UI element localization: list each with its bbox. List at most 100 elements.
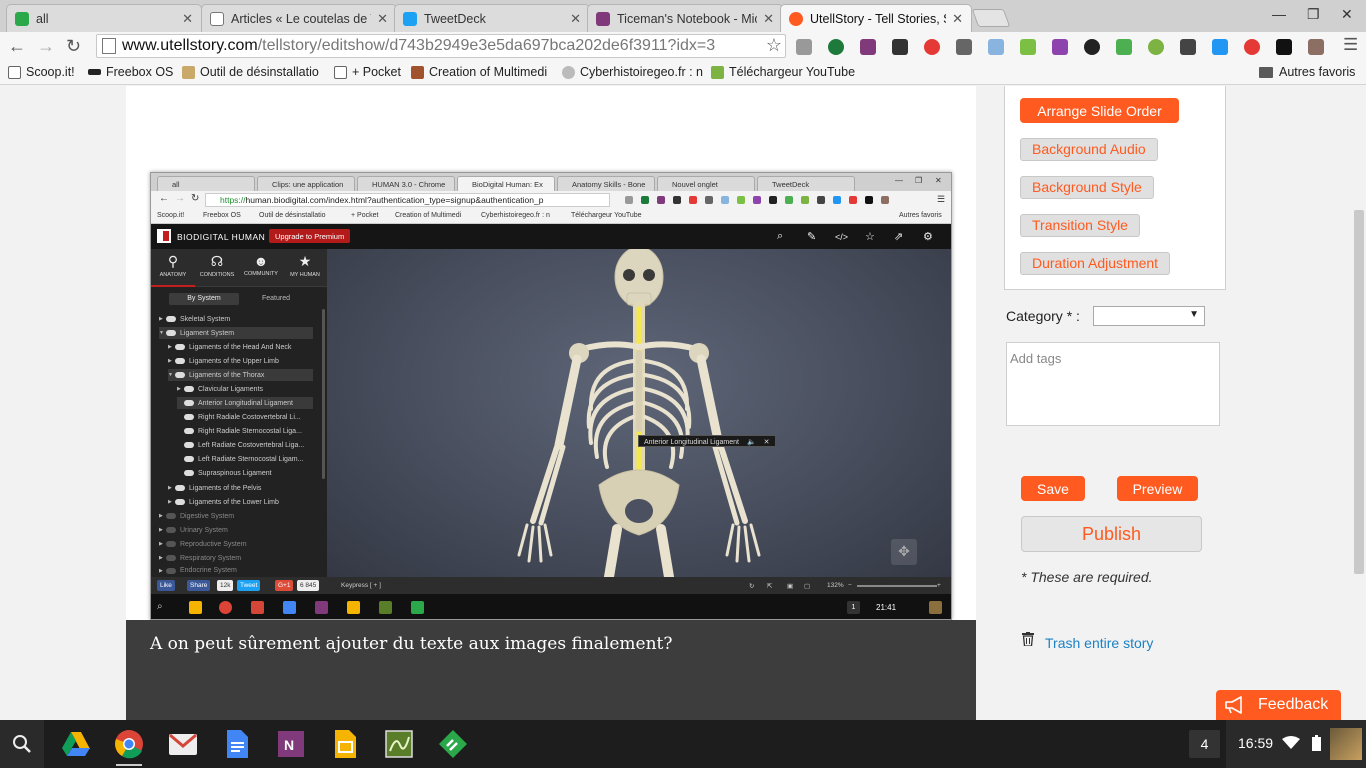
bookmark-scoopit[interactable]: Scoop.it!: [8, 65, 75, 79]
chrome-icon[interactable]: [114, 729, 144, 759]
inner-extension-icon: [801, 196, 809, 204]
inner-minimize-icon: —: [895, 176, 903, 185]
page-scrollbar[interactable]: [1352, 86, 1366, 720]
bookmark-other-favorites[interactable]: Autres favoris: [1259, 65, 1355, 79]
google-drive-icon[interactable]: [61, 729, 91, 759]
avatar-icon: [411, 65, 424, 79]
save-button[interactable]: Save: [1021, 476, 1085, 501]
download-extension-icon[interactable]: [828, 39, 844, 55]
system-tray[interactable]: 16:59: [1226, 720, 1366, 768]
green-circle-icon[interactable]: [1148, 39, 1164, 55]
new-tab-button[interactable]: [971, 9, 1011, 27]
feedly-icon[interactable]: [438, 729, 468, 759]
asterisk-extension-icon[interactable]: [924, 39, 940, 55]
feedback-button[interactable]: Feedback: [1216, 690, 1341, 720]
background-audio-button[interactable]: Background Audio: [1020, 138, 1158, 161]
google-docs-icon[interactable]: [222, 729, 252, 759]
tags-input[interactable]: Add tags: [1006, 342, 1220, 426]
workspace-badge[interactable]: 4: [1189, 730, 1220, 758]
tab-articles[interactable]: Articles « Le coutelas de Ti ✕: [201, 4, 397, 32]
category-select[interactable]: ▼: [1093, 306, 1205, 326]
gmail-icon[interactable]: [168, 729, 198, 759]
tab-onenote[interactable]: Ticeman's Notebook - Mic ✕: [587, 4, 783, 32]
slide-caption[interactable]: A on peut sûrement ajouter du texte aux …: [150, 634, 672, 654]
search-icon: [13, 735, 31, 753]
bookmark-star-icon[interactable]: ☆: [766, 35, 782, 56]
scrollbar-thumb[interactable]: [1354, 210, 1364, 574]
trash-icon[interactable]: [1022, 632, 1034, 646]
close-window-icon[interactable]: ✕: [1341, 6, 1353, 23]
battery-icon: [1312, 735, 1321, 751]
inner-extension-icon: [721, 196, 729, 204]
transition-style-button[interactable]: Transition Style: [1020, 214, 1140, 237]
close-tab-icon[interactable]: ✕: [952, 11, 963, 27]
color-wheel-icon[interactable]: [1084, 39, 1100, 55]
page-content: all Clips: une application HUMAN 3.0 - C…: [0, 86, 1366, 720]
caret-right-icon: ▶: [159, 527, 163, 533]
close-tab-icon[interactable]: ✕: [377, 11, 388, 27]
inner-bookmark: Téléchargeur YouTube: [571, 212, 642, 219]
biodigital-header: BIODIGITAL HUMAN Upgrade to Premium ⌕ ✎ …: [151, 224, 951, 249]
caption-band[interactable]: A on peut sûrement ajouter du texte aux …: [126, 620, 976, 720]
background-style-button[interactable]: Background Style: [1020, 176, 1154, 199]
bookmark-outil[interactable]: Outil de désinstallatio: [182, 65, 319, 79]
browser-toolbar: ← → ↻ www.utellstory.com/tellstory/edits…: [0, 32, 1366, 61]
close-tab-icon[interactable]: ✕: [182, 11, 193, 27]
tree-row: Right Radiale Costovertebral Li...: [177, 411, 317, 423]
extension-puzzle-icon[interactable]: [796, 39, 812, 55]
slide-image[interactable]: all Clips: une application HUMAN 3.0 - C…: [150, 172, 952, 620]
arrange-slide-order-button[interactable]: Arrange Slide Order: [1020, 98, 1179, 123]
screen-capture-icon[interactable]: [956, 39, 972, 55]
map-app-icon[interactable]: [384, 729, 414, 759]
onenote-clipper-icon[interactable]: [860, 39, 876, 55]
close-tab-icon[interactable]: ✕: [570, 11, 581, 27]
pencil-icon[interactable]: [1308, 39, 1324, 55]
google-slides-icon[interactable]: [330, 729, 360, 759]
preview-button[interactable]: Preview: [1117, 476, 1198, 501]
onenote-icon[interactable]: N: [276, 729, 306, 759]
inner-tab: Clips: une application: [257, 176, 355, 191]
feather-icon[interactable]: [1052, 39, 1068, 55]
back-arrow-icon[interactable]: ←: [8, 36, 26, 57]
facebook-share-badge: Share: [187, 580, 211, 591]
embed-code-icon: </>: [835, 232, 849, 242]
inner-bookmark: Creation of Multimedi: [395, 212, 462, 219]
tab-tweetdeck[interactable]: TweetDeck ✕: [394, 4, 590, 32]
printer-icon[interactable]: [1116, 39, 1132, 55]
reload-icon[interactable]: ↻: [66, 36, 81, 57]
chat-bubble-icon[interactable]: [1180, 39, 1196, 55]
film-strip-icon[interactable]: [892, 39, 908, 55]
close-tab-icon[interactable]: ✕: [763, 11, 774, 27]
close-icon: ✕: [763, 439, 770, 446]
search-icon: ⌕: [157, 601, 163, 612]
duration-adjustment-button[interactable]: Duration Adjustment: [1020, 252, 1171, 275]
toggle-off-icon: [166, 541, 176, 547]
trash-story-link[interactable]: Trash entire story: [1045, 635, 1153, 651]
bookmark-cyberhistoire[interactable]: Cyberhistoiregeo.fr : n: [562, 65, 703, 79]
publish-button[interactable]: Publish: [1021, 516, 1202, 552]
download-arrow-icon: [711, 65, 724, 79]
bookmark-freebox[interactable]: Freebox OS: [88, 65, 173, 79]
menu-hamburger-icon[interactable]: ☰: [1343, 35, 1358, 55]
structure-tooltip: Anterior Longitudinal Ligament 🔈 ✕: [638, 435, 776, 447]
forward-arrow-icon[interactable]: →: [37, 36, 55, 57]
pencil-icon: ✎: [807, 231, 817, 243]
camera-icon[interactable]: [988, 39, 1004, 55]
bookmark-multimedia[interactable]: Creation of Multimedi: [411, 65, 547, 79]
tab-all[interactable]: all ✕: [6, 4, 202, 32]
minimize-icon[interactable]: —: [1272, 6, 1286, 22]
launcher-button[interactable]: [0, 720, 44, 768]
tab-utellstory[interactable]: UtellStory - Tell Stories, Sh ✕: [780, 4, 972, 32]
chrome-color-icon[interactable]: [1244, 39, 1260, 55]
bookmark-youtube-downloader[interactable]: Téléchargeur YouTube: [711, 65, 855, 79]
address-bar[interactable]: www.utellstory.com/tellstory/editshow/d7…: [96, 34, 786, 58]
fish-icon[interactable]: [1276, 39, 1292, 55]
pin-icon[interactable]: [1020, 39, 1036, 55]
caret-right-icon: ▶: [159, 513, 163, 519]
toggle-icon: [166, 316, 176, 322]
nav-conditions: ☊ CONDITIONS: [195, 253, 239, 278]
restore-icon[interactable]: ❐: [1307, 6, 1320, 23]
fox-face-icon[interactable]: [1212, 39, 1228, 55]
bookmark-pocket[interactable]: + Pocket: [334, 65, 401, 79]
biodigital-sidebar: ⚲ ANATOMY ☊ CONDITIONS ☻ COMMUNITY ★ MY HUMA…: [151, 249, 327, 577]
